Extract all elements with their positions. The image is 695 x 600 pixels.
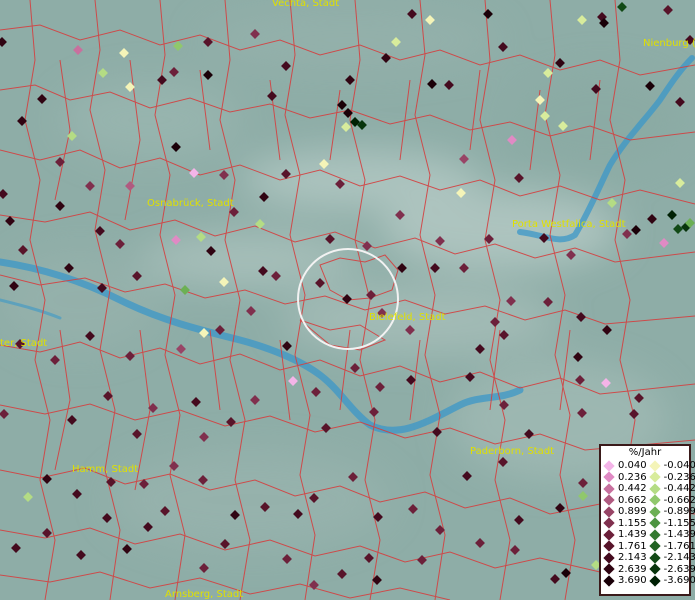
legend-swatch <box>603 517 615 529</box>
legend-item: -2.143 <box>647 552 695 564</box>
legend-swatch <box>603 494 615 506</box>
legend-label: 1.439 <box>618 529 647 541</box>
legend-swatch <box>603 552 615 564</box>
legend-item: -3.690 <box>647 575 695 587</box>
legend-swatch <box>648 563 661 575</box>
legend-item: -0.040 <box>647 460 695 472</box>
legend-label: -0.899 <box>663 506 695 518</box>
legend-label: 0.040 <box>618 460 647 472</box>
legend-label: -2.639 <box>663 563 695 575</box>
legend-label: -3.690 <box>663 575 695 587</box>
legend-label: 2.143 <box>618 552 647 564</box>
legend-item: 0.899 <box>601 506 647 518</box>
legend-swatch <box>648 460 661 472</box>
legend-label: 2.639 <box>618 563 647 575</box>
legend-item: 2.639 <box>601 563 647 576</box>
legend-item: 3.690 <box>601 575 647 587</box>
legend-swatch <box>648 471 661 483</box>
legend-item: 0.040 <box>601 460 647 472</box>
legend-item: -0.236 <box>647 471 695 484</box>
legend-label: -0.236 <box>663 471 695 483</box>
legend-label: -2.143 <box>663 552 695 564</box>
legend-negative-column: -0.040 -0.236 -0.442 -0.662 -0.899 -1.155 -1.4… <box>647 460 695 587</box>
legend-swatch <box>603 471 615 483</box>
legend-item: -1.439 <box>647 529 695 541</box>
city-label-hamm: Hamm, Stadt <box>72 464 138 475</box>
legend-swatch <box>648 506 661 518</box>
legend-title: %/Jahr <box>628 447 662 458</box>
legend: %/Jahr 0.040 0.236 0.442 0.662 0.899 1.155 1.4… <box>599 444 695 596</box>
legend-label: -0.442 <box>663 483 695 495</box>
legend-item: 2.143 <box>601 552 647 564</box>
legend-label: 3.690 <box>618 575 647 587</box>
legend-swatch <box>648 494 661 506</box>
map-canvas[interactable]: Vechta, Stadt Nienburg ( Osnabrück, Stad… <box>0 0 695 600</box>
legend-item: -1.761 <box>647 540 695 553</box>
legend-item: -0.442 <box>647 483 695 495</box>
legend-item: -2.639 <box>647 563 695 576</box>
legend-swatch <box>603 575 615 587</box>
legend-item: 0.442 <box>601 483 647 495</box>
legend-item: 1.761 <box>601 540 647 553</box>
legend-swatch <box>603 540 615 552</box>
legend-label: 0.442 <box>618 483 647 495</box>
legend-swatch <box>603 506 615 518</box>
legend-label: 0.236 <box>618 471 647 483</box>
legend-swatch <box>603 529 615 541</box>
legend-swatch <box>648 529 661 541</box>
legend-label: 1.155 <box>618 517 647 529</box>
legend-swatch <box>603 483 615 495</box>
city-label-arnsberg: Arnsberg, Stadt <box>165 589 243 600</box>
legend-swatch <box>648 483 661 495</box>
legend-item: -1.155 <box>647 517 695 530</box>
legend-item: -0.662 <box>647 494 695 507</box>
city-label-muenster: ter, Stadt <box>0 338 47 349</box>
city-label-vechta: Vechta, Stadt <box>272 0 339 9</box>
legend-label: 1.761 <box>618 540 647 552</box>
legend-item: 0.236 <box>601 471 647 484</box>
legend-positive-column: 0.040 0.236 0.442 0.662 0.899 1.155 1.439 1.761… <box>601 460 647 587</box>
legend-item: 1.439 <box>601 529 647 541</box>
legend-label: -0.040 <box>663 460 695 472</box>
legend-label: 0.899 <box>618 506 647 518</box>
legend-label: -1.439 <box>663 529 695 541</box>
legend-item: 0.662 <box>601 494 647 507</box>
legend-label: 0.662 <box>618 494 647 506</box>
city-label-paderborn: Paderborn, Stadt <box>470 446 554 457</box>
legend-label: -1.155 <box>663 517 695 529</box>
legend-swatch <box>648 575 661 587</box>
legend-swatch <box>648 540 661 552</box>
legend-label: -1.761 <box>663 540 695 552</box>
legend-label: -0.662 <box>663 494 695 506</box>
city-label-bielefeld: Bielefeld, Stadt <box>369 312 446 323</box>
legend-swatch <box>648 552 661 564</box>
legend-swatch <box>648 517 661 529</box>
legend-item: -0.899 <box>647 506 695 518</box>
legend-swatch <box>603 563 615 575</box>
city-label-nienburg: Nienburg ( <box>643 38 695 49</box>
city-label-osnabrueck: Osnabrück, Stadt <box>147 198 234 209</box>
legend-item: 1.155 <box>601 517 647 530</box>
city-label-porta-westfalica: Porta Westfalica, Stadt <box>512 219 626 230</box>
legend-swatch <box>603 460 615 472</box>
